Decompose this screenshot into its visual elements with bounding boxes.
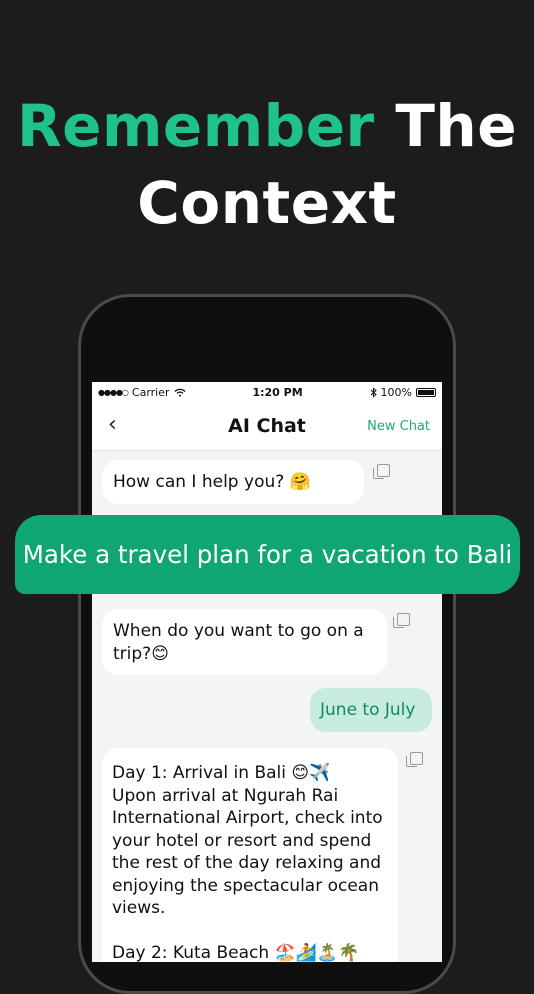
signal-icon: ●●●●○ bbox=[98, 387, 129, 397]
phone-screen: ●●●●○ Carrier 1:20 PM 100% ‹ AI Chat New… bbox=[92, 382, 442, 962]
copy-icon[interactable] bbox=[393, 613, 410, 628]
status-bar: ●●●●○ Carrier 1:20 PM 100% bbox=[92, 382, 442, 402]
wifi-icon bbox=[174, 388, 185, 397]
assistant-message: Day 1: Arrival in Bali 😊✈️ Upon arrival … bbox=[102, 748, 398, 962]
copy-icon[interactable] bbox=[373, 464, 390, 479]
headline-line-2: Context bbox=[137, 169, 397, 237]
user-message: June to July bbox=[310, 688, 432, 732]
status-time: 1:20 PM bbox=[252, 385, 303, 399]
battery-percent: 100% bbox=[380, 385, 412, 399]
assistant-message: When do you want to go on a trip?😊 bbox=[102, 609, 387, 675]
carrier-label: Carrier bbox=[131, 385, 170, 399]
user-message-highlight: Make a travel plan for a vacation to Bal… bbox=[15, 515, 520, 594]
headline-line-1: Remember The bbox=[0, 97, 534, 155]
copy-icon[interactable] bbox=[406, 752, 423, 767]
headline-accent-word: Remember bbox=[16, 92, 375, 160]
assistant-message: How can I help you? 🤗 bbox=[102, 460, 364, 504]
nav-bar: ‹ AI Chat New Chat bbox=[92, 402, 442, 451]
new-chat-button[interactable]: New Chat bbox=[367, 419, 430, 434]
headline-rest: The bbox=[374, 92, 518, 160]
bluetooth-icon bbox=[370, 386, 377, 398]
battery-icon bbox=[416, 387, 436, 397]
